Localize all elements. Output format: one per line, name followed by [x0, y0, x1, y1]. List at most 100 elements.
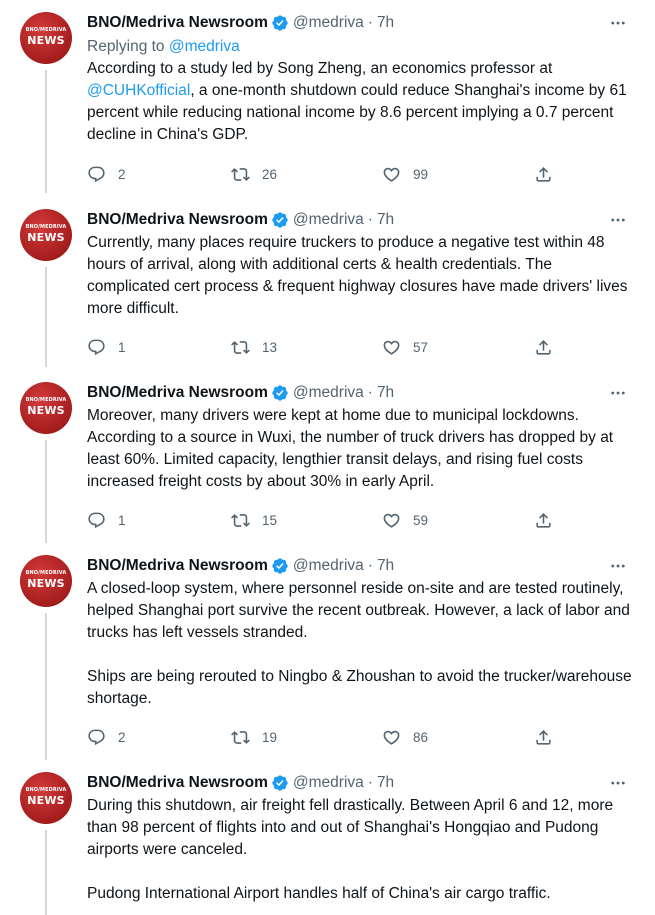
reply-button[interactable]: 1: [87, 511, 126, 530]
separator-dot: ·: [367, 774, 373, 791]
reply-count: 1: [118, 512, 126, 528]
separator-dot: ·: [367, 14, 373, 31]
share-button[interactable]: [534, 338, 553, 357]
like-button[interactable]: 86: [382, 728, 428, 747]
like-button[interactable]: 99: [382, 165, 428, 184]
timestamp[interactable]: 7h: [377, 384, 394, 402]
share-button[interactable]: [534, 728, 553, 747]
verified-badge-icon: [271, 384, 289, 402]
like-button[interactable]: 57: [382, 338, 428, 357]
retweet-icon: [231, 167, 250, 181]
reply-icon: [88, 512, 105, 528]
tweet-text: Currently, many places require truckers …: [87, 234, 628, 317]
avatar-small-text: BNO/MEDRIVA: [25, 787, 67, 793]
author-name[interactable]: BNO/Medriva Newsroom: [87, 557, 268, 575]
reply-button[interactable]: 1: [87, 338, 126, 357]
tweet-paragraph: Pudong International Airport handles hal…: [87, 885, 551, 902]
tweet[interactable]: BNO/MEDRIVA NEWS BNO/Medriva Newsroom @m…: [0, 197, 655, 367]
replying-to: Replying to @medriva: [87, 36, 637, 57]
avatar-big-text: NEWS: [27, 404, 65, 417]
retweet-button[interactable]: 26: [231, 165, 277, 184]
retweet-button[interactable]: 15: [231, 511, 277, 530]
more-options-icon[interactable]: [609, 14, 627, 32]
avatar-big-text: NEWS: [27, 34, 65, 47]
verified-badge-icon: [271, 211, 289, 229]
tweet-text: A closed-loop system, where personnel re…: [87, 578, 637, 710]
heart-icon: [383, 167, 400, 182]
timestamp[interactable]: 7h: [377, 557, 394, 575]
retweet-button[interactable]: 19: [231, 728, 277, 747]
share-icon: [536, 339, 551, 355]
avatar-small-text: BNO/MEDRIVA: [25, 570, 67, 576]
timestamp[interactable]: 7h: [377, 14, 394, 32]
reply-count: 1: [118, 339, 126, 355]
like-button[interactable]: 59: [382, 511, 428, 530]
tweet[interactable]: BNO/MEDRIVA NEWS BNO/Medriva Newsroom @m…: [0, 760, 655, 915]
timestamp[interactable]: 7h: [377, 774, 394, 792]
avatar-big-text: NEWS: [27, 794, 65, 807]
thread-line: [45, 267, 47, 367]
avatar-small-text: BNO/MEDRIVA: [25, 397, 67, 403]
like-count: 86: [413, 729, 429, 745]
tweet-text: According to a study led by Song Zheng, …: [87, 58, 637, 146]
thread-line: [45, 830, 47, 915]
reply-button[interactable]: 2: [87, 165, 126, 184]
avatar-small-text: BNO/MEDRIVA: [25, 27, 67, 33]
reply-button[interactable]: 2: [87, 728, 126, 747]
replying-to-label: Replying to: [87, 38, 169, 55]
thread-line: [45, 613, 47, 760]
retweet-icon: [231, 340, 250, 354]
avatar-big-text: NEWS: [27, 577, 65, 590]
avatar[interactable]: BNO/MEDRIVA NEWS: [20, 12, 72, 64]
like-count: 57: [413, 339, 429, 355]
avatar[interactable]: BNO/MEDRIVA NEWS: [20, 209, 72, 261]
tweet-thread: BNO/MEDRIVA NEWS BNO/Medriva Newsroom @m…: [0, 0, 655, 915]
separator-dot: ·: [367, 211, 373, 228]
avatar-big-text: NEWS: [27, 231, 65, 244]
author-name[interactable]: BNO/Medriva Newsroom: [87, 211, 268, 229]
more-options-icon[interactable]: [609, 774, 627, 792]
reply-count: 2: [118, 166, 126, 182]
heart-icon: [383, 513, 400, 528]
retweet-count: 15: [262, 512, 278, 528]
author-name[interactable]: BNO/Medriva Newsroom: [87, 14, 268, 32]
more-options-icon[interactable]: [609, 557, 627, 575]
verified-badge-icon: [271, 14, 289, 32]
reply-icon: [88, 729, 105, 745]
avatar[interactable]: BNO/MEDRIVA NEWS: [20, 555, 72, 607]
verified-badge-icon: [271, 774, 289, 792]
share-button[interactable]: [534, 165, 553, 184]
tweet[interactable]: BNO/MEDRIVA NEWS BNO/Medriva Newsroom @m…: [0, 0, 655, 193]
author-name[interactable]: BNO/Medriva Newsroom: [87, 774, 268, 792]
tweet-paragraph: Ships are being rerouted to Ningbo & Zho…: [87, 668, 632, 707]
like-count: 99: [413, 166, 429, 182]
tweet-text: During this shutdown, air freight fell d…: [87, 795, 637, 905]
share-icon: [536, 729, 551, 745]
more-options-icon[interactable]: [609, 211, 627, 229]
reply-icon: [88, 339, 105, 355]
retweet-icon: [231, 730, 250, 744]
retweet-count: 19: [262, 729, 278, 745]
more-options-icon[interactable]: [609, 384, 627, 402]
author-handle[interactable]: @medriva: [293, 211, 364, 229]
mention-link[interactable]: @CUHKofficial: [87, 82, 190, 99]
replying-to-link[interactable]: @medriva: [169, 38, 240, 55]
author-name[interactable]: BNO/Medriva Newsroom: [87, 384, 268, 402]
tweet[interactable]: BNO/MEDRIVA NEWS BNO/Medriva Newsroom @m…: [0, 543, 655, 760]
reply-count: 2: [118, 729, 126, 745]
share-button[interactable]: [534, 511, 553, 530]
avatar[interactable]: BNO/MEDRIVA NEWS: [20, 382, 72, 434]
author-handle[interactable]: @medriva: [293, 384, 364, 402]
separator-dot: ·: [367, 557, 373, 574]
author-handle[interactable]: @medriva: [293, 14, 364, 32]
share-icon: [536, 166, 551, 182]
tweet-paragraph: During this shutdown, air freight fell d…: [87, 797, 614, 858]
retweet-count: 26: [262, 166, 278, 182]
retweet-button[interactable]: 13: [231, 338, 277, 357]
timestamp[interactable]: 7h: [377, 211, 394, 229]
author-handle[interactable]: @medriva: [293, 774, 364, 792]
author-handle[interactable]: @medriva: [293, 557, 364, 575]
avatar[interactable]: BNO/MEDRIVA NEWS: [20, 772, 72, 824]
tweet-text-part: According to a study led by Song Zheng, …: [87, 60, 553, 77]
tweet[interactable]: BNO/MEDRIVA NEWS BNO/Medriva Newsroom @m…: [0, 370, 655, 543]
